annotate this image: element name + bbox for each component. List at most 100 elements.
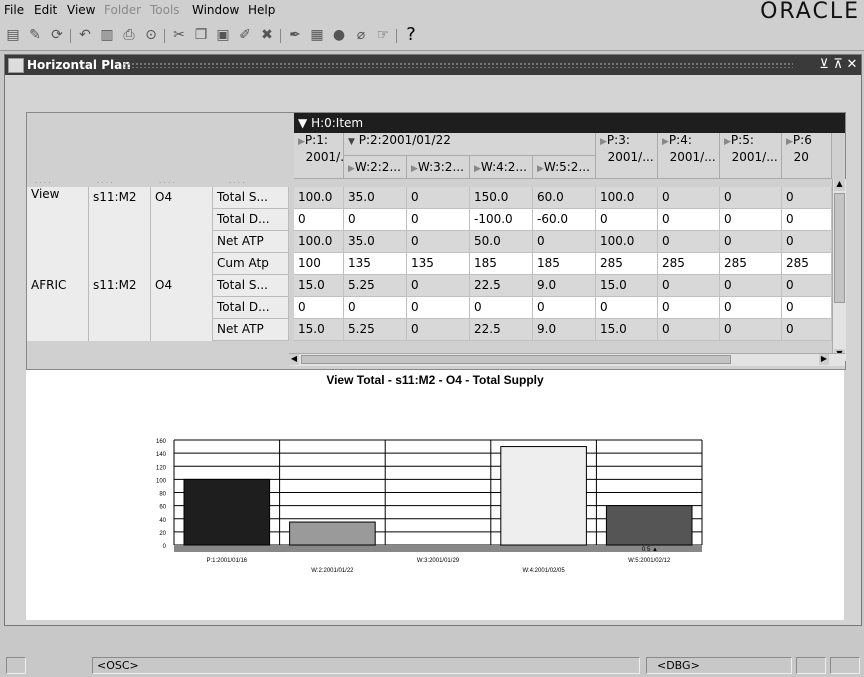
row-measure-label[interactable]: Total S... [213, 275, 289, 297]
data-cell[interactable]: 0 [344, 297, 407, 319]
menu-view[interactable]: View [67, 3, 95, 17]
data-cell[interactable]: 285 [782, 253, 832, 275]
pen-icon[interactable]: ✒ [286, 26, 304, 44]
period-header-4[interactable]: ▶P:4: 2001/... [658, 133, 720, 179]
data-cell[interactable]: 0 [407, 231, 470, 253]
minimize-icon[interactable]: ⊻ [817, 57, 831, 72]
scroll-thumb[interactable] [834, 193, 845, 303]
data-cell[interactable]: 0 [658, 275, 720, 297]
data-cell[interactable]: 0 [407, 209, 470, 231]
data-cell[interactable]: 9.0 [533, 319, 596, 341]
paste-icon[interactable]: ▣ [214, 26, 232, 44]
row-dim-category[interactable] [151, 297, 213, 319]
data-cell[interactable]: 0 [720, 275, 782, 297]
data-cell[interactable]: 285 [658, 253, 720, 275]
data-cell[interactable]: 0 [344, 209, 407, 231]
row-dim-geography[interactable] [27, 253, 89, 275]
period-header-3[interactable]: ▶P:3: 2001/... [596, 133, 658, 179]
data-cell[interactable]: 0 [720, 319, 782, 341]
data-cell[interactable]: 0 [782, 187, 832, 209]
week-header-5[interactable]: ▶W:5:2... [533, 156, 596, 179]
menu-tools[interactable]: Tools [150, 3, 180, 17]
row-dim-category[interactable]: O4 [151, 187, 213, 209]
undo-icon[interactable]: ↶ [76, 26, 94, 44]
row-dim-org[interactable] [89, 319, 151, 341]
data-cell[interactable]: 0 [658, 231, 720, 253]
data-cell[interactable]: 135 [407, 253, 470, 275]
new-icon[interactable]: ▤ [4, 26, 22, 44]
data-cell[interactable]: 0 [407, 319, 470, 341]
vertical-scrollbar[interactable]: ▲ ▼ [832, 179, 846, 361]
data-cell[interactable]: 0 [782, 209, 832, 231]
data-cell[interactable]: 0 [294, 209, 344, 231]
data-cell[interactable]: 0 [658, 319, 720, 341]
magnet-icon[interactable]: ✎ [26, 26, 44, 44]
data-cell[interactable]: 0 [470, 297, 533, 319]
row-dim-category[interactable] [151, 319, 213, 341]
menu-folder[interactable]: Folder [104, 3, 141, 17]
menu-window[interactable]: Window [192, 3, 239, 17]
data-cell[interactable]: 60.0 [533, 187, 596, 209]
item-header[interactable]: ▼ H:0:Item [294, 113, 845, 133]
refresh-icon[interactable]: ⟳ [48, 26, 66, 44]
row-dim-category[interactable] [151, 209, 213, 231]
data-cell[interactable]: 15.0 [294, 319, 344, 341]
period-header-6[interactable]: ▶P:6 20 [782, 133, 832, 179]
data-cell[interactable]: 100.0 [596, 187, 658, 209]
row-dim-org[interactable] [89, 297, 151, 319]
row-measure-label[interactable]: Total D... [213, 209, 289, 231]
data-cell[interactable]: 0 [294, 297, 344, 319]
row-dim-geography[interactable]: View [27, 187, 89, 209]
hscroll-thumb[interactable] [301, 355, 731, 364]
data-cell[interactable]: 22.5 [470, 319, 533, 341]
copy-icon[interactable]: ❐ [192, 26, 210, 44]
data-cell[interactable]: 5.25 [344, 319, 407, 341]
row-dim-category[interactable] [151, 253, 213, 275]
row-dim-org[interactable]: s11:M2 [89, 187, 151, 209]
scroll-up-icon[interactable]: ▲ [834, 179, 845, 191]
data-cell[interactable]: 0 [407, 187, 470, 209]
week-header-4[interactable]: ▶W:4:2... [470, 156, 533, 179]
row-dim-org[interactable] [89, 231, 151, 253]
scroll-right-icon[interactable]: ▶ [819, 354, 829, 365]
data-cell[interactable]: 35.0 [344, 231, 407, 253]
data-cell[interactable]: 15.0 [596, 319, 658, 341]
data-cell[interactable]: 0 [720, 209, 782, 231]
row-dim-geography[interactable] [27, 209, 89, 231]
data-cell[interactable]: 135 [344, 253, 407, 275]
data-cell[interactable]: 0 [658, 209, 720, 231]
data-cell[interactable]: 0 [720, 297, 782, 319]
data-cell[interactable]: 0 [407, 297, 470, 319]
data-cell[interactable]: 285 [596, 253, 658, 275]
help-cursor-icon[interactable]: ☞ [374, 26, 392, 44]
data-cell[interactable]: 5.25 [344, 275, 407, 297]
row-dim-org[interactable] [89, 209, 151, 231]
row-measure-label[interactable]: Net ATP [213, 231, 289, 253]
data-cell[interactable]: 100.0 [596, 231, 658, 253]
row-measure-label[interactable]: Cum Atp [213, 253, 289, 275]
data-cell[interactable]: 185 [533, 253, 596, 275]
data-cell[interactable]: 22.5 [470, 275, 533, 297]
data-cell[interactable]: -100.0 [470, 209, 533, 231]
scroll-left-icon[interactable]: ◀ [289, 354, 299, 365]
close-icon[interactable]: ✕ [845, 57, 859, 72]
data-cell[interactable]: 0 [782, 275, 832, 297]
menu-help[interactable]: Help [248, 3, 275, 17]
data-cell[interactable]: 0 [782, 297, 832, 319]
data-cell[interactable]: 9.0 [533, 275, 596, 297]
data-cell[interactable]: 0 [720, 187, 782, 209]
data-cell[interactable]: 0 [596, 297, 658, 319]
data-cell[interactable]: 15.0 [294, 275, 344, 297]
row-measure-label[interactable]: Total D... [213, 297, 289, 319]
data-cell[interactable]: 100.0 [294, 231, 344, 253]
open-icon[interactable]: ▦ [308, 26, 326, 44]
menu-file[interactable]: File [4, 3, 24, 17]
dimension-handles[interactable]: · · · · · · · · · · · · · · · · [27, 179, 289, 187]
data-cell[interactable]: -60.0 [533, 209, 596, 231]
maximize-icon[interactable]: ⊼ [831, 57, 845, 72]
data-cell[interactable]: 100.0 [294, 187, 344, 209]
row-dim-category[interactable] [151, 231, 213, 253]
row-measure-label[interactable]: Net ATP [213, 319, 289, 341]
period-header-2[interactable]: ▼ P:2:2001/01/22 [344, 133, 596, 156]
data-cell[interactable]: 0 [596, 209, 658, 231]
